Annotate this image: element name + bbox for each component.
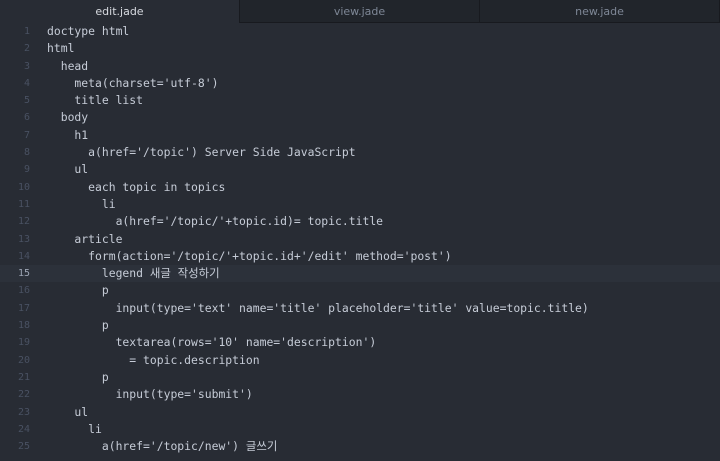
code-text: li — [47, 196, 116, 211]
tab-new-jade[interactable]: new.jade — [480, 0, 720, 22]
line-number: 1 — [23, 26, 30, 37]
code-text: p — [47, 369, 109, 384]
line-number: 17 — [17, 302, 30, 314]
code-text: each topic in topics — [47, 179, 226, 194]
code-text: html — [47, 41, 75, 56]
code-text: meta(charset='utf-8') — [47, 75, 219, 90]
line-number: 25 — [17, 441, 30, 453]
line-number: 3 — [23, 60, 30, 72]
line-number: 23 — [17, 406, 30, 418]
line-number: 11 — [17, 198, 30, 210]
code-line[interactable]: 17 input(type='text' name='title' placeh… — [0, 300, 720, 317]
code-line[interactable]: 14 form(action='/topic/'+topic.id+'/edit… — [0, 248, 720, 265]
line-number: 9 — [23, 164, 30, 176]
code-line[interactable]: 5 title list — [0, 92, 720, 109]
line-number: 21 — [17, 371, 30, 383]
code-line[interactable]: 4 meta(charset='utf-8') — [0, 75, 720, 92]
code-line[interactable]: 10 each topic in topics — [0, 179, 720, 196]
line-number: 7 — [23, 129, 30, 141]
code-text: ul — [47, 404, 89, 419]
line-number: 22 — [17, 389, 30, 401]
code-text: head — [47, 58, 89, 73]
code-line[interactable]: 11 li — [0, 196, 720, 213]
tab-label: new.jade — [575, 5, 624, 18]
code-text: article — [47, 231, 123, 246]
code-text: textarea(rows='10' name='description') — [47, 335, 377, 350]
code-line[interactable]: 8 a(href='/topic') Server Side JavaScrip… — [0, 144, 720, 161]
code-text: a(href='/topic') Server Side JavaScript — [47, 145, 356, 160]
code-line[interactable]: 7 h1 — [0, 127, 720, 144]
line-number: 15 — [17, 268, 30, 280]
tab-label: edit.jade — [95, 5, 144, 18]
code-text: a(href='/topic/'+topic.id)= topic.title — [47, 214, 384, 229]
code-text: input(type='text' name='title' placehold… — [47, 300, 589, 315]
line-number: 10 — [17, 181, 30, 193]
code-line[interactable]: 9 ul — [0, 161, 720, 178]
line-number: 6 — [23, 112, 30, 124]
code-line[interactable]: 15 legend 새글 작성하기 — [0, 265, 720, 283]
line-number: 14 — [17, 250, 30, 262]
line-number: 2 — [23, 43, 30, 55]
code-line[interactable]: 22 input(type='submit') — [0, 386, 720, 403]
line-number: 19 — [17, 337, 30, 349]
code-line[interactable]: 3 head — [0, 58, 720, 75]
code-text: = topic.description — [47, 352, 260, 367]
code-text: p — [47, 318, 109, 333]
code-text: form(action='/topic/'+topic.id+'/edit' m… — [47, 248, 452, 263]
line-number: 16 — [17, 285, 30, 297]
tab-edit-jade[interactable]: edit.jade — [0, 0, 240, 23]
code-text: a(href='/topic/new') 글쓰기 — [47, 439, 278, 454]
code-line[interactable]: 16 p — [0, 282, 720, 299]
line-number: 5 — [23, 95, 30, 107]
line-number: 13 — [17, 233, 30, 245]
code-line[interactable]: 13 article — [0, 231, 720, 248]
code-line[interactable]: 21 p — [0, 369, 720, 386]
line-number: 8 — [23, 147, 30, 159]
code-line[interactable]: 24 li — [0, 421, 720, 438]
code-text: doctype html — [47, 24, 130, 38]
line-number: 12 — [17, 216, 30, 228]
line-number: 24 — [17, 423, 30, 435]
code-line[interactable]: 2 html — [0, 40, 720, 57]
code-text: title list — [47, 93, 144, 108]
code-text: ul — [47, 162, 89, 177]
code-editor[interactable]: 1 doctype html 2 html 3 head 4 meta(charset='… — [0, 23, 720, 461]
tab-label: view.jade — [333, 5, 386, 18]
line-number: 18 — [17, 320, 30, 332]
line-number: 20 — [17, 354, 30, 366]
code-text: input(type='submit') — [47, 387, 253, 402]
line-number: 4 — [23, 77, 30, 89]
code-line[interactable]: 12 a(href='/topic/'+topic.id)= topic.tit… — [0, 213, 720, 230]
code-text: li — [47, 421, 102, 436]
code-line[interactable]: 18 p — [0, 317, 720, 334]
code-text: h1 — [47, 127, 89, 142]
tab-bar: edit.jade view.jade new.jade — [0, 0, 720, 23]
code-line[interactable]: 23 ul — [0, 404, 720, 421]
code-line[interactable]: 20 = topic.description — [0, 352, 720, 369]
code-text: body — [47, 110, 89, 125]
code-line[interactable]: 19 textarea(rows='10' name='description'… — [0, 334, 720, 351]
code-text: p — [47, 283, 109, 298]
tab-view-jade[interactable]: view.jade — [240, 0, 480, 22]
code-line[interactable]: 6 body — [0, 109, 720, 126]
code-line[interactable]: 25 a(href='/topic/new') 글쓰기 — [0, 438, 720, 455]
code-text: legend 새글 작성하기 — [47, 266, 220, 281]
code-line[interactable]: 1 doctype html — [0, 23, 720, 40]
